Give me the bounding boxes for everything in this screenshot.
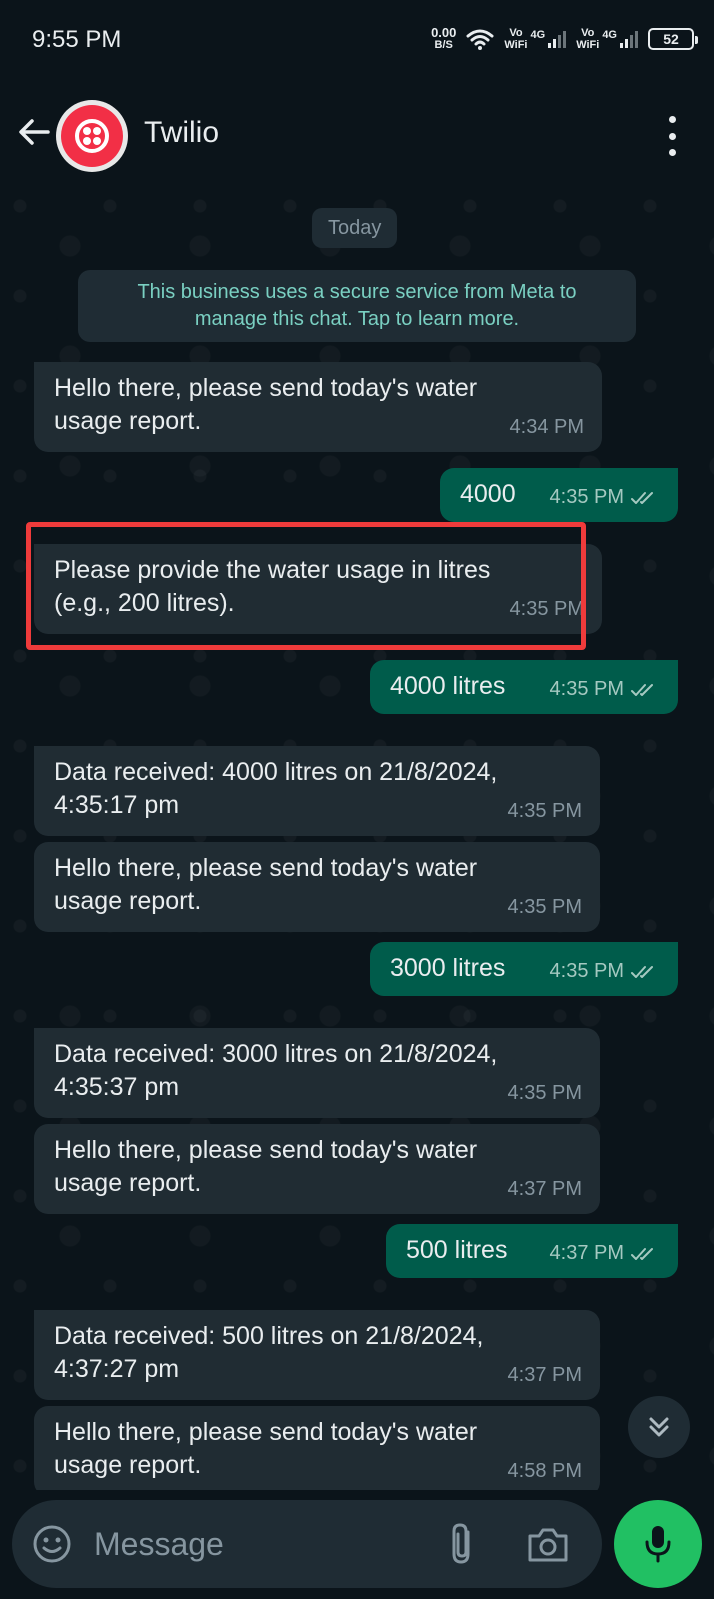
double-check-icon (631, 1247, 653, 1260)
date-chip: Today (312, 208, 398, 248)
double-check-icon (631, 965, 653, 978)
message-text-line1: Hello there, please send today's water (54, 854, 478, 882)
sim2-wifi: WiFi (576, 39, 600, 51)
composer-bar (0, 1490, 714, 1599)
camera-icon[interactable] (526, 1524, 570, 1564)
wifi-icon (466, 29, 494, 50)
message-text-line2: usage report. (54, 407, 202, 435)
incoming-message[interactable]: Hello there, please send today's water us… (34, 362, 602, 452)
outgoing-message[interactable]: 3000 litres 4:35 PM (370, 942, 678, 996)
battery-icon: 52 (648, 28, 698, 50)
message-text-line2: usage report. (54, 887, 202, 915)
net-speed-unit: B/S (434, 39, 453, 51)
message-time: 4:37 PM (507, 1178, 582, 1200)
message-text-line1: Hello there, please send today's water (54, 1136, 478, 1164)
signal-icon (548, 30, 567, 48)
chat-header: Twilio (0, 80, 714, 186)
message-text-line2: 4:35:17 pm (54, 791, 180, 819)
sim1-gen: 4G (530, 29, 546, 41)
scroll-to-bottom-button[interactable] (628, 1396, 690, 1458)
sim2-signal: Vo WiFi 4G (576, 27, 638, 51)
double-check-icon (631, 683, 653, 696)
message-time: 4:35 PM (507, 800, 582, 822)
business-notice[interactable]: This business uses a secure service from… (78, 270, 636, 342)
back-arrow-icon[interactable] (14, 112, 54, 152)
message-text-line2: usage report. (54, 1169, 202, 1197)
sim1-wifi: WiFi (504, 39, 528, 51)
sim1-signal: Vo WiFi 4G (504, 27, 567, 51)
message-time: 4:58 PM (507, 1460, 582, 1482)
status-icons: 0.00 B/S Vo WiFi 4G Vo WiFi 4G 52 (431, 22, 698, 56)
message-input[interactable] (94, 1518, 424, 1570)
incoming-message[interactable]: Please provide the water usage in litres… (34, 544, 602, 634)
mic-button[interactable] (614, 1500, 702, 1588)
incoming-message[interactable]: Hello there, please send today's water us… (34, 1124, 600, 1214)
message-text-line1: Data received: 4000 litres on 21/8/2024, (54, 758, 498, 786)
incoming-message[interactable]: Data received: 500 litres on 21/8/2024, 4… (34, 1310, 600, 1400)
incoming-message[interactable]: Data received: 4000 litres on 21/8/2024,… (34, 746, 600, 836)
contact-name[interactable]: Twilio (144, 116, 219, 150)
message-time: 4:35 PM (507, 1082, 582, 1104)
chevron-double-down-icon (649, 1417, 669, 1437)
message-time: 4:35 PM (507, 896, 582, 918)
net-speed-value: 0.00 (431, 25, 457, 40)
message-text-line1: Data received: 500 litres on 21/8/2024, (54, 1322, 484, 1350)
incoming-message[interactable]: Hello there, please send today's water us… (34, 842, 600, 932)
avatar[interactable] (56, 100, 128, 172)
emoji-icon[interactable] (32, 1524, 72, 1564)
status-time: 9:55 PM (32, 26, 122, 53)
message-text-line2: 4:37:27 pm (54, 1355, 180, 1383)
message-text-line1: Please provide the water usage in litres (54, 556, 491, 584)
sim2-gen: 4G (602, 29, 617, 41)
outgoing-message[interactable]: 4000 litres 4:35 PM (370, 660, 678, 714)
message-text-line2: 4:35:37 pm (54, 1073, 180, 1101)
chat-area[interactable]: Today This business uses a secure servic… (0, 186, 714, 1490)
message-time: 4:35 PM (549, 960, 624, 982)
signal-icon (620, 30, 638, 48)
sim2-vo: Vo (581, 27, 595, 39)
message-input-container (12, 1500, 602, 1588)
sim1-vo: Vo (509, 27, 523, 39)
twilio-logo (61, 105, 123, 167)
message-text-line1: Hello there, please send today's water (54, 1418, 478, 1446)
business-notice-line1: This business uses a secure service from… (137, 281, 577, 303)
message-time: 4:37 PM (549, 1242, 624, 1264)
message-text-line1: Hello there, please send today's water (54, 374, 478, 402)
message-time: 4:35 PM (549, 678, 624, 700)
message-time: 4:35 PM (549, 486, 624, 508)
outgoing-message[interactable]: 4000 4:35 PM (440, 468, 678, 522)
message-text: 500 litres (406, 1236, 508, 1264)
outgoing-message[interactable]: 500 litres 4:37 PM (386, 1224, 678, 1278)
incoming-message[interactable]: Data received: 3000 litres on 21/8/2024,… (34, 1028, 600, 1118)
incoming-message[interactable]: Hello there, please send today's water us… (34, 1406, 600, 1490)
message-text: 4000 (460, 480, 516, 508)
message-text: 4000 litres (390, 672, 506, 700)
more-vert-icon[interactable] (666, 116, 678, 156)
message-time: 4:35 PM (509, 598, 584, 620)
message-text: 3000 litres (390, 954, 506, 982)
mic-icon (645, 1526, 671, 1563)
status-bar: 9:55 PM 0.00 B/S Vo WiFi 4G Vo WiFi 4G 52 (0, 0, 714, 80)
business-notice-line2: manage this chat. Tap to learn more. (194, 308, 520, 330)
message-time: 4:34 PM (509, 416, 584, 438)
message-text-line2: (e.g., 200 litres). (54, 589, 235, 617)
message-text-line2: usage report. (54, 1451, 202, 1479)
paperclip-icon[interactable] (448, 1522, 478, 1566)
net-speed: 0.00 B/S (431, 25, 457, 51)
double-check-icon (631, 491, 653, 504)
message-time: 4:37 PM (507, 1364, 582, 1386)
message-text-line1: Data received: 3000 litres on 21/8/2024, (54, 1040, 498, 1068)
